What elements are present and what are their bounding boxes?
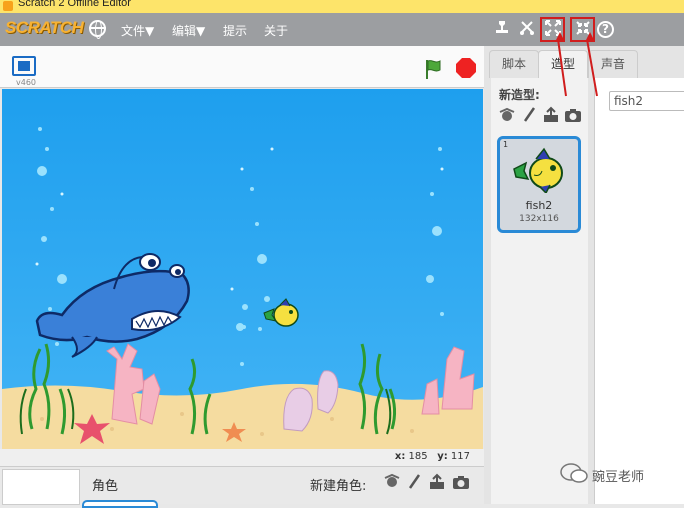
choose-costume-from-library-icon[interactable] [498, 106, 516, 124]
y-value: 117 [450, 451, 470, 462]
upload-costume-icon[interactable] [542, 106, 560, 124]
paint-new-sprite-icon[interactable] [405, 473, 423, 491]
costume-size: 132x116 [519, 214, 559, 224]
underwater-backdrop [2, 89, 483, 449]
scratch-logo: SCRATCH [5, 18, 84, 37]
paint-new-costume-icon[interactable] [520, 106, 538, 124]
wechat-icon [560, 463, 588, 483]
menu-about[interactable]: 关于 [264, 22, 288, 39]
stop-button[interactable] [456, 58, 476, 78]
mouse-coordinates: x: 185 y: 117 [395, 451, 470, 462]
camera-costume-icon[interactable] [564, 106, 582, 124]
app-icon [3, 1, 13, 11]
tab-sounds[interactable]: 声音 [588, 50, 638, 78]
sprite-pane: 角色 新建角色: [0, 466, 484, 508]
delete-scissors-icon[interactable] [517, 19, 537, 39]
version-label: v460 [16, 78, 37, 87]
costume-number: 1 [503, 140, 509, 149]
selected-sprite-thumbnail[interactable] [82, 500, 158, 508]
costume-item[interactable]: 1 fish2 132x116 [497, 136, 581, 233]
green-flag-button[interactable] [423, 58, 445, 80]
menu-edit[interactable]: 编辑▼ [172, 22, 205, 39]
watermark: 豌豆老师 [560, 462, 680, 488]
costume-list: 新造型: 1 fish2 132x116 [491, 78, 588, 504]
costume-thumbnail [513, 147, 563, 193]
x-label: x: [394, 451, 406, 462]
watermark-text: 豌豆老师 [592, 470, 645, 485]
y-label: y: [437, 451, 448, 462]
costume-name: fish2 [525, 199, 553, 212]
stage-canvas[interactable] [2, 89, 483, 449]
choose-sprite-from-library-icon[interactable] [383, 473, 401, 491]
camera-sprite-icon[interactable] [452, 473, 470, 491]
x-value: 185 [408, 451, 428, 462]
window-title: Scratch 2 Offline Editor [18, 0, 131, 9]
presentation-mode-button[interactable] [12, 56, 36, 76]
arrow-heads [555, 32, 595, 42]
stage-footer: x: 185 y: 117 [0, 449, 484, 466]
stage-thumbnail[interactable] [2, 469, 80, 505]
new-sprite-label: 新建角色: [310, 479, 367, 494]
costume-editor [594, 78, 684, 504]
language-globe-icon[interactable] [89, 20, 106, 39]
menu-tips[interactable]: 提示 [223, 22, 247, 39]
editor-panel: 脚本 造型 声音 新造型: 1 fish2 132x116 fish2 [484, 46, 684, 504]
costume-name-input[interactable] [609, 91, 684, 111]
new-costume-label: 新造型: [499, 88, 540, 102]
menu-file[interactable]: 文件▼ [121, 22, 154, 39]
upload-sprite-icon[interactable] [428, 473, 446, 491]
tab-scripts[interactable]: 脚本 [489, 50, 539, 78]
sprites-heading: 角色 [92, 479, 119, 494]
duplicate-stamp-icon[interactable] [492, 19, 512, 39]
title-bar: Scratch 2 Offline Editor [0, 0, 684, 13]
stage-header: v460 [0, 46, 484, 88]
